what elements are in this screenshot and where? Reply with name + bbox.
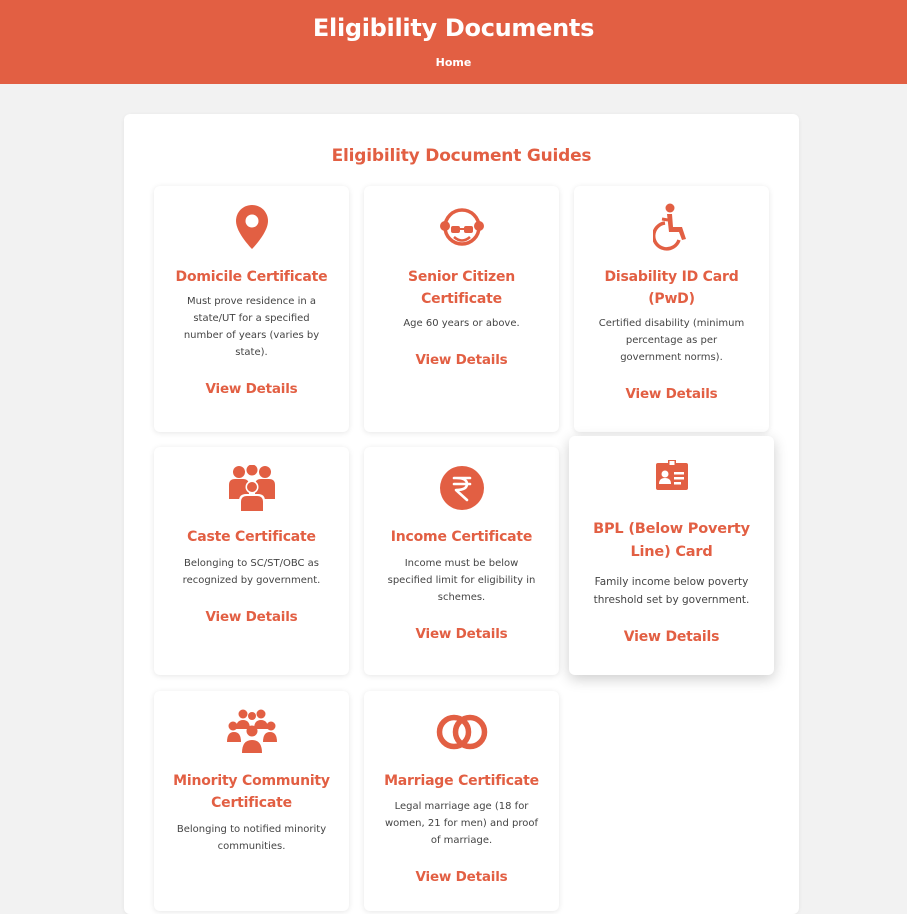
view-details-link[interactable]: View Details (364, 352, 559, 368)
card-minority-community-certificate: Minority Community Certificate Belonging… (154, 691, 349, 911)
card-disability-id-card: Disability ID Card (PwD) Certified disab… (574, 186, 769, 432)
card-description: Must prove residence in a state/UT for a… (183, 296, 320, 358)
card-domicile-certificate: Domicile Certificate Must prove residenc… (154, 186, 349, 432)
card-description: Income must be below specified limit for… (387, 558, 536, 603)
view-details-link[interactable]: View Details (364, 626, 559, 642)
id-card-icon (569, 454, 774, 496)
view-details-link[interactable]: View Details (574, 386, 769, 402)
card-senior-citizen-certificate: Senior Citizen Certificate Age 60 years … (364, 186, 559, 432)
card-title: Income Certificate (390, 529, 533, 545)
card-bpl-card: BPL (Below Poverty Line) Card Family inc… (569, 436, 774, 675)
card-description: Legal marriage age (18 for women, 21 for… (384, 801, 539, 846)
people-group-icon (154, 465, 349, 511)
section-title: Eligibility Document Guides (331, 146, 592, 166)
rupee-icon (364, 465, 559, 511)
card-description: Certified disability (minimum percentage… (598, 318, 745, 363)
view-details-link[interactable]: View Details (154, 609, 349, 625)
card-title: Minority Community Certificate (173, 773, 330, 811)
card-caste-certificate: Caste Certificate Belonging to SC/ST/OBC… (154, 447, 349, 675)
page-title: Eligibility Documents (312, 14, 595, 42)
card-title: BPL (Below Poverty Line) Card (593, 521, 750, 560)
card-marriage-certificate: Marriage Certificate Legal marriage age … (364, 691, 559, 911)
card-title: Marriage Certificate (384, 773, 539, 789)
card-description: Belonging to SC/ST/OBC as recognized by … (182, 558, 321, 586)
page-header: Eligibility Documents Home (0, 0, 907, 84)
card-title: Disability ID Card (PwD) (604, 269, 739, 307)
card-description: Belonging to notified minority communiti… (176, 824, 327, 852)
view-details-link[interactable]: View Details (154, 381, 349, 397)
card-title: Caste Certificate (187, 529, 316, 545)
card-description: Family income below poverty threshold se… (593, 576, 750, 606)
view-details-link[interactable]: View Details (569, 629, 774, 645)
card-title: Senior Citizen Certificate (407, 269, 516, 307)
community-icon (154, 709, 349, 755)
card-title: Domicile Certificate (175, 269, 328, 285)
map-pin-icon (154, 204, 349, 250)
wheelchair-icon (574, 203, 769, 251)
nav-home-link[interactable]: Home (0, 56, 907, 69)
card-description: Age 60 years or above. (403, 318, 520, 329)
elderly-person-icon (364, 204, 559, 250)
rings-icon (364, 709, 559, 755)
card-income-certificate: Income Certificate Income must be below … (364, 447, 559, 675)
view-details-link[interactable]: View Details (364, 869, 559, 885)
